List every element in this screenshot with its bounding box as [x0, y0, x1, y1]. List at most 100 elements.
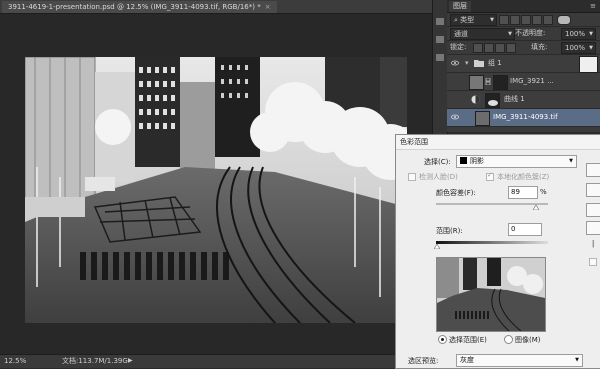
chevron-down-icon: ▼ — [589, 31, 593, 37]
mask-shape — [488, 100, 498, 106]
blend-mode-value: 通道 — [454, 30, 468, 38]
color-swatch — [460, 157, 467, 164]
chevron-down-icon: ▼ — [589, 45, 593, 51]
save-button[interactable] — [586, 221, 600, 235]
status-menu-arrow-icon[interactable]: ▶ — [128, 355, 133, 367]
panel-icons — [436, 18, 444, 61]
layer-row[interactable]: IMG_3921 ... — [447, 73, 600, 91]
selection-preview — [436, 257, 546, 332]
chevron-down-icon: ▼ — [569, 158, 573, 164]
chain-icon[interactable] — [485, 78, 491, 85]
history-icon[interactable] — [436, 18, 444, 25]
filter-toggle-icon[interactable] — [557, 15, 571, 25]
chevron-down-icon[interactable]: ▾ — [465, 55, 469, 72]
selection-preview-label: 选区预览: — [408, 357, 439, 365]
fuzziness-slider[interactable] — [436, 203, 548, 205]
filter-shape-icon[interactable] — [532, 15, 542, 25]
document-size: 文档:113.7M/1.39G — [62, 357, 128, 365]
lock-transparent-icon[interactable] — [473, 43, 483, 53]
layer-name[interactable]: IMG_3921 ... — [510, 73, 554, 90]
blend-mode-select[interactable]: 通道 ▼ — [450, 28, 515, 40]
layer-filter-row: ⌕ 类型 ▼ — [447, 13, 600, 27]
slider-thumb-icon[interactable] — [532, 205, 539, 210]
image-radio-label: 图像(M) — [515, 336, 541, 344]
layer-name[interactable]: 组 1 — [488, 55, 502, 72]
lock-label: 锁定: — [450, 43, 467, 51]
range-slider[interactable] — [436, 241, 548, 244]
fuzziness-input[interactable]: 89 — [508, 186, 538, 199]
lock-all-icon[interactable] — [506, 43, 516, 53]
lock-position-icon[interactable] — [495, 43, 505, 53]
layer-filter-kind-label: 类型 — [460, 16, 475, 24]
layer-filter-kind[interactable]: ⌕ 类型 ▼ — [450, 14, 497, 26]
dialog-title[interactable]: 色彩范围 — [396, 135, 600, 150]
selection-preview-value: 灰度 — [460, 356, 474, 364]
panel-menu-icon[interactable]: ≡ — [590, 0, 596, 12]
close-icon[interactable]: × — [265, 3, 271, 11]
document-tab-title: 3911-4619-1-presentation.psd @ 12.5% (IM… — [8, 3, 261, 11]
fuzziness-label: 颜色容差(F): — [436, 189, 476, 197]
selection-preview-dropdown[interactable]: 灰度 ▼ — [456, 354, 583, 367]
eye-icon[interactable] — [451, 113, 459, 121]
range-label: 范围(R): — [436, 227, 463, 235]
lock-pixels-icon[interactable] — [484, 43, 494, 53]
selection-radio[interactable] — [438, 335, 447, 344]
select-dropdown[interactable]: 阴影 ▼ — [456, 155, 577, 168]
layer-mask-thumbnail[interactable] — [485, 93, 500, 108]
preview-image — [437, 258, 545, 331]
filter-adjustment-icon[interactable] — [510, 15, 520, 25]
cancel-button[interactable] — [586, 183, 600, 197]
ok-button[interactable] — [586, 163, 600, 177]
load-button[interactable] — [586, 203, 600, 217]
document-tab[interactable]: 3911-4619-1-presentation.psd @ 12.5% (IM… — [2, 1, 277, 13]
select-value: 阴影 — [470, 157, 484, 165]
layer-row[interactable]: 曲线 1 — [447, 91, 600, 109]
filter-pixel-icon[interactable] — [499, 15, 509, 25]
localized-clusters-label: 本地化颜色簇(Z) — [497, 173, 550, 181]
opacity-label: 不透明度: — [515, 29, 546, 37]
layer-row[interactable]: IMG_3911-4093.tif — [447, 109, 600, 127]
select-label: 选择(C): — [424, 158, 451, 166]
curves-adjustment-icon — [471, 95, 480, 104]
fuzziness-unit: % — [540, 188, 547, 196]
layer-name[interactable]: 曲线 1 — [504, 91, 525, 108]
layers-panel: 图层 ≡ ⌕ 类型 ▼ 通道 ▼ 不透明度: 100% ▼ 锁定: 填充: 100% ▼ — [447, 0, 600, 132]
fill-input[interactable]: 100% ▼ — [561, 42, 596, 54]
fill-value: 100% — [565, 44, 586, 52]
selection-radio-label: 选择范围(E) — [449, 336, 487, 344]
detect-faces-checkbox[interactable] — [408, 173, 416, 181]
zoom-level[interactable]: 12.5% — [4, 355, 26, 367]
canvas-area[interactable] — [0, 14, 432, 354]
layer-row[interactable]: ▾ 组 1 — [447, 55, 600, 73]
slider-thumb-icon[interactable] — [434, 244, 440, 249]
adjustments-icon[interactable] — [436, 54, 444, 61]
inverted-street-photo — [25, 57, 407, 323]
image-radio[interactable] — [504, 335, 513, 344]
chevron-down-icon: ▼ — [575, 357, 579, 363]
layer-thumbnail — [475, 111, 490, 126]
color-swatch — [579, 56, 598, 73]
filter-smart-object-icon[interactable] — [543, 15, 553, 25]
color-range-dialog: 色彩范围 ǀ 选择(C): 阴影 ▼ 检测人脸(D) 本地化颜色簇(Z) 颜色容差… — [395, 134, 600, 369]
lock-fill-row: 锁定: 填充: 100% ▼ — [447, 41, 600, 55]
tab-layers[interactable]: 图层 — [449, 1, 471, 12]
opacity-input[interactable]: 100% ▼ — [561, 28, 596, 40]
blend-opacity-row: 通道 ▼ 不透明度: 100% ▼ — [447, 27, 600, 41]
eye-icon[interactable] — [451, 59, 459, 67]
opacity-value: 100% — [565, 30, 586, 38]
properties-icon[interactable] — [436, 36, 444, 43]
layer-thumbnail — [469, 75, 484, 90]
eyedropper-icon[interactable]: ǀ — [592, 239, 594, 248]
chevron-down-icon: ▼ — [490, 17, 494, 23]
canvas-image[interactable] — [25, 57, 407, 323]
filter-type-icon[interactable] — [521, 15, 531, 25]
folder-icon — [474, 60, 484, 67]
invert-checkbox[interactable] — [589, 258, 597, 266]
chevron-down-icon: ▼ — [508, 31, 512, 37]
range-input[interactable]: 0 — [508, 223, 542, 236]
layer-mask-thumbnail[interactable] — [493, 75, 508, 90]
fill-label: 填充: — [531, 43, 548, 51]
layers-panel-header: 图层 ≡ — [447, 0, 600, 13]
localized-clusters-checkbox[interactable] — [486, 171, 494, 181]
layer-name[interactable]: IMG_3911-4093.tif — [493, 109, 558, 126]
